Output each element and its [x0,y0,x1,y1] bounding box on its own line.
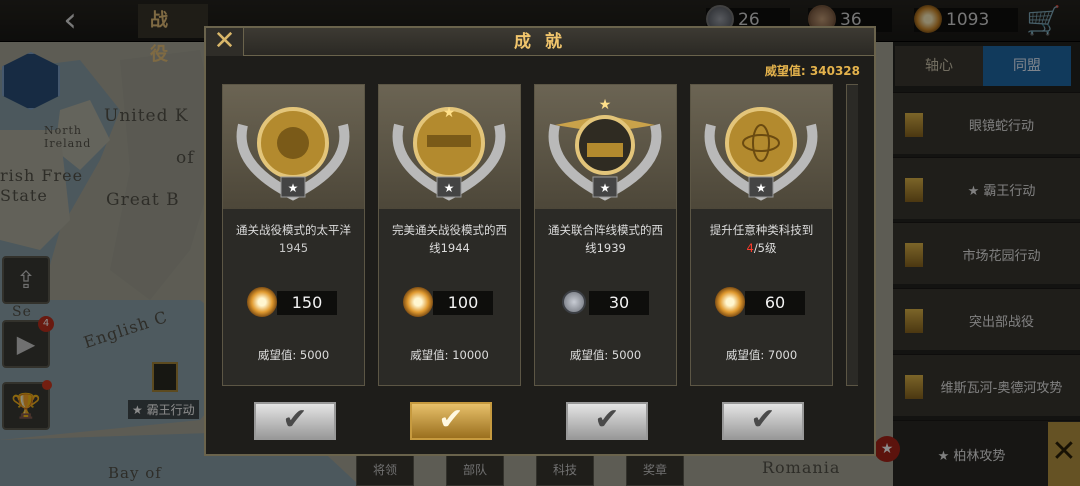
close-x-icon[interactable]: ✕ [206,28,244,56]
sun-coin-icon [403,287,433,317]
reward-value: 30 [589,291,649,315]
description-line: 提升任意种类科技到 [709,223,814,237]
description-line: 通关战役模式的太平洋 [236,223,351,237]
claim-button[interactable]: ✔ [722,402,804,440]
reward: 60 [715,287,811,317]
prestige-total: 威望值: 340328 [764,64,860,78]
achievement-description: 提升任意种类科技到 4/5级 [697,221,826,257]
achievement-description: 通关战役模式的太平洋 1945 [229,221,358,257]
claim-button[interactable]: ✔ [254,402,336,440]
description-line: 线1944 [429,241,470,255]
prestige-value: 威望值: 7000 [725,348,798,362]
description-line: 完美通关战役模式的西 [392,223,507,237]
gold-medal-west-front-icon: ★ ★ [379,85,520,209]
checkmark-icon: ✔ [282,402,308,437]
svg-text:★: ★ [599,97,612,113]
claim-button[interactable]: ✔ [566,402,648,440]
checkmark-icon: ✔ [594,402,620,437]
dialog-header: 成 就 ✕ [206,28,874,56]
silver-medal-icon [562,290,586,314]
description-line: 通关联合阵线模式的西 [548,223,663,237]
progress-current: 4 [746,241,754,255]
description-line: 4/5级 [697,239,826,257]
svg-text:★: ★ [600,181,611,195]
reward-value: 150 [277,291,337,315]
achievement-card: ★ ★ 通关联合阵线模式的西 线1939 30 威望值: 5000 [534,84,677,386]
svg-text:★: ★ [288,181,299,195]
prestige-value: 威望值: 5000 [257,348,330,362]
svg-text:★: ★ [444,181,455,195]
sun-coin-icon [715,287,745,317]
description-line: 线1939 [585,241,626,255]
achievements-dialog: 成 就 ✕ 威望值: 340328 ★ 通关战役模式的太平洋 1945 150 … [204,26,876,456]
reward-value: 60 [745,291,805,315]
achievement-card: ★ ★ 完美通关战役模式的西 线1944 100 威望值: 10000 [378,84,521,386]
claim-button-active[interactable]: ✔ [410,402,492,440]
gold-medal-pacific-icon: ★ [223,85,364,209]
dialog-title: 成 就 [514,32,566,52]
reward: 30 [559,290,655,315]
svg-text:★: ★ [443,105,456,121]
progress-total: /5级 [753,241,777,255]
gold-medal-atom-icon: ★ [691,85,832,209]
achievement-card: ★ 提升任意种类科技到 4/5级 60 威望值: 7000 [690,84,833,386]
reward-value: 100 [433,291,493,315]
svg-text:★: ★ [756,181,767,195]
prestige-value: 威望值: 10000 [410,348,489,362]
prestige-value: 威望值: 5000 [569,348,642,362]
checkmark-icon: ✔ [750,402,776,437]
checkmark-icon: ✔ [438,402,464,437]
achievement-card: ★ 通关战役模式的太平洋 1945 150 威望值: 5000 [222,84,365,386]
next-card-peek [846,84,858,386]
achievement-description: 通关联合阵线模式的西 线1939 [541,221,670,257]
reward: 100 [403,287,499,317]
reward: 150 [247,287,343,317]
sun-coin-icon [247,287,277,317]
achievement-description: 完美通关战役模式的西 线1944 [385,221,514,257]
description-line: 1945 [278,241,309,255]
gold-medal-tank-icon: ★ ★ [535,85,676,209]
